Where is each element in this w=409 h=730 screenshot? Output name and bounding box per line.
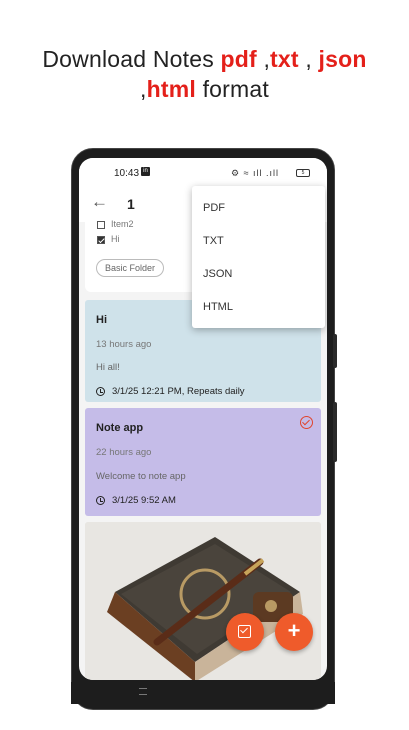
checklist-item-label: Item2	[111, 219, 134, 229]
headline-pdf: pdf	[220, 46, 257, 72]
status-time: 10:43	[114, 168, 140, 179]
linkedin-icon: in	[141, 167, 150, 176]
add-checklist-button[interactable]	[226, 613, 264, 651]
checklist-item[interactable]: Item2	[97, 219, 134, 229]
headline-separator: ,	[256, 46, 271, 72]
headline-html: html	[146, 76, 196, 102]
headline-txt: txt	[270, 46, 299, 72]
checkmark-circle-icon	[300, 416, 313, 429]
headline-separator: ,	[140, 76, 147, 102]
signal-icons: ⚙ ≈ ıll .ıll	[231, 168, 280, 178]
menu-nav-icon[interactable]	[139, 688, 147, 695]
arrow-left-icon[interactable]: ←	[91, 192, 108, 212]
power-button	[333, 402, 337, 462]
checklist-item-label: Hi	[111, 234, 120, 244]
promo-headline: Download Notes pdf ,txt , json ,html for…	[0, 44, 409, 104]
headline-text: format	[195, 76, 269, 102]
phone-screen: 10:43 in ⚙ ≈ ıll .ıll 5 ← 1 Item2 Hi Bas…	[79, 158, 327, 680]
selection-count: 1	[127, 196, 135, 212]
note-title: Note app	[96, 422, 144, 434]
volume-button	[333, 334, 337, 368]
note-time: 13 hours ago	[96, 339, 152, 350]
checkbox-checked-icon[interactable]	[97, 235, 105, 244]
menu-item-txt[interactable]: TXT	[203, 235, 224, 247]
add-note-button[interactable]: +	[275, 613, 313, 651]
reminder-text: 3/1/25 12:21 PM, Repeats daily	[112, 386, 245, 397]
note-reminder: 3/1/25 9:52 AM	[96, 495, 176, 506]
image-note-card[interactable]	[85, 522, 321, 680]
checklist-icon	[238, 625, 251, 638]
headline-text: Download Notes	[42, 46, 221, 72]
battery-icon: 5	[296, 169, 310, 177]
folder-chip[interactable]: Basic Folder	[96, 259, 165, 277]
note-time: 22 hours ago	[96, 447, 152, 458]
menu-item-json[interactable]: JSON	[203, 268, 232, 280]
note-reminder: 3/1/25 12:21 PM, Repeats daily	[96, 386, 245, 397]
alarm-icon	[96, 386, 105, 396]
status-bar: 10:43 in ⚙ ≈ ıll .ıll 5	[79, 158, 327, 184]
promo-page: Download Notes pdf ,txt , json ,html for…	[0, 0, 409, 730]
menu-item-html[interactable]: HTML	[203, 301, 233, 313]
notebook-image	[85, 522, 321, 680]
reminder-text: 3/1/25 9:52 AM	[112, 495, 176, 506]
checklist-item[interactable]: Hi	[97, 234, 120, 244]
headline-line-2: ,html format	[0, 74, 409, 104]
note-title: Hi	[96, 314, 107, 326]
headline-line-1: Download Notes pdf ,txt , json	[0, 44, 409, 74]
plus-icon: +	[287, 618, 301, 643]
headline-separator: ,	[298, 46, 319, 72]
note-card[interactable]: Note app 22 hours ago Welcome to note ap…	[85, 408, 321, 516]
headline-json: json	[318, 46, 367, 72]
note-body: Welcome to note app	[96, 471, 186, 482]
navigation-bar	[71, 682, 335, 704]
checkbox-unchecked-icon[interactable]	[97, 220, 105, 229]
alarm-icon	[96, 495, 105, 505]
note-body: Hi all!	[96, 362, 120, 373]
export-menu: PDF TXT JSON HTML	[192, 186, 325, 328]
menu-item-pdf[interactable]: PDF	[203, 202, 225, 214]
